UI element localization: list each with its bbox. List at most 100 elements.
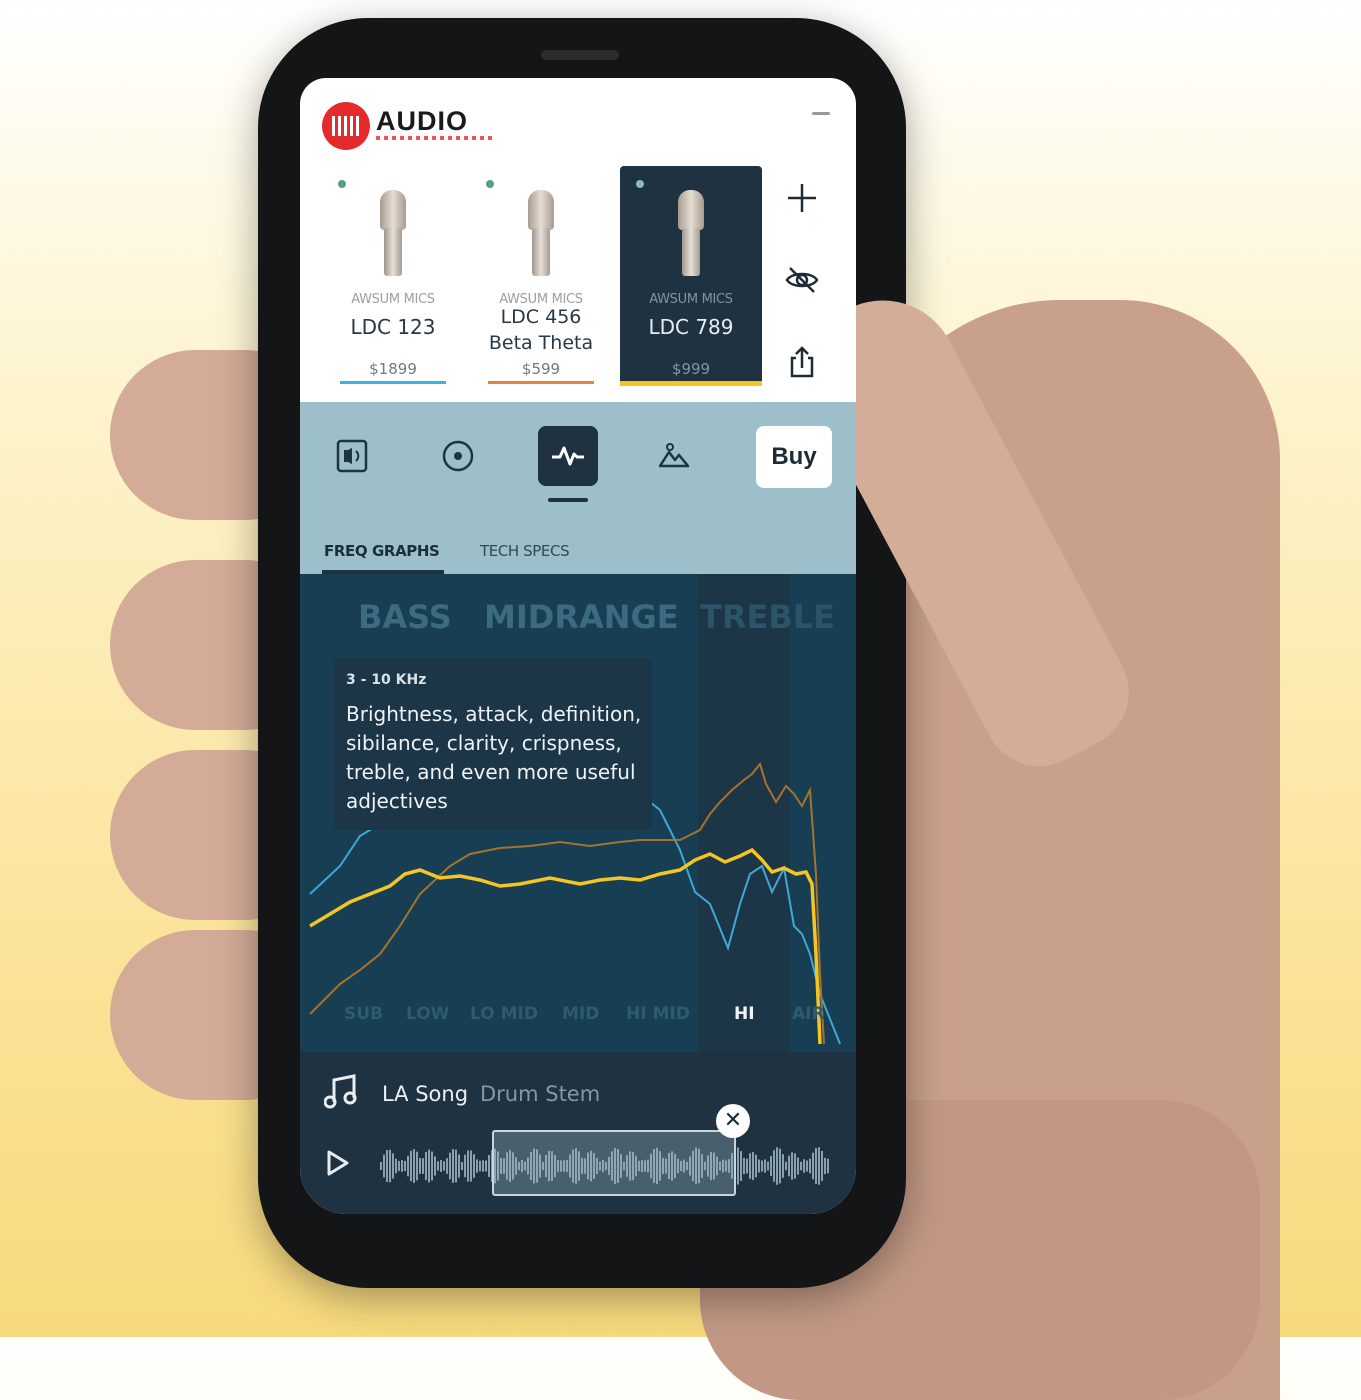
waveform-bar: [818, 1147, 820, 1185]
band-tooltip: 3 - 10 KHz Brightness, attack, definitio…: [334, 658, 652, 830]
mic-color-underline: [340, 381, 446, 384]
waveform-bar: [794, 1153, 796, 1179]
mic-card-ldc-456[interactable]: AWSUM MICS LDC 456 Beta Theta $599: [470, 166, 612, 386]
waveform-bar: [797, 1157, 799, 1175]
tab-freq-graphs[interactable]: FREQ GRAPHS: [324, 542, 440, 560]
mic-price: $599: [521, 360, 561, 378]
waveform-bar: [827, 1158, 829, 1174]
waveform-bar: [812, 1152, 814, 1180]
waveform-bar: [389, 1149, 391, 1183]
waveform-bar: [398, 1161, 400, 1171]
waveform-bar: [485, 1160, 487, 1172]
waveform-bar: [467, 1150, 469, 1182]
share-icon[interactable]: [784, 344, 820, 380]
waveform-bar: [761, 1160, 763, 1172]
app-screen: AUDIO AWSUM MICS LDC 123 $1899 AWSUM MIC…: [300, 78, 856, 1214]
waveform-bar: [383, 1154, 385, 1178]
waveform-bar: [452, 1149, 454, 1183]
waveform-bar: [800, 1161, 802, 1171]
waveform-bar: [437, 1161, 439, 1171]
waveform-bar: [770, 1155, 772, 1177]
waveform-bar: [758, 1159, 760, 1173]
waveform-bar: [764, 1159, 766, 1173]
waveform-bar: [821, 1150, 823, 1182]
mic-name: LDC 789: [648, 315, 734, 339]
active-tool-indicator: [548, 498, 588, 502]
waveform-bar: [446, 1158, 448, 1174]
range-label-lo-mid[interactable]: LO MID: [470, 1004, 538, 1024]
waveform-bar: [791, 1152, 793, 1180]
playback-selection[interactable]: [492, 1130, 736, 1196]
waveform-bar: [464, 1154, 466, 1178]
range-label-hi-mid[interactable]: HI MID: [626, 1004, 690, 1024]
waveform-bar: [806, 1160, 808, 1172]
waveform-bar: [479, 1160, 481, 1172]
waveform-bar: [482, 1160, 484, 1172]
tooltip-frequency-range: 3 - 10 KHz: [346, 672, 427, 688]
waveform-bar: [743, 1157, 745, 1175]
waveform-bar: [779, 1148, 781, 1184]
tools-panel: Buy FREQ GRAPHS TECH SPECS: [300, 402, 856, 574]
landscape-icon[interactable]: [644, 426, 704, 486]
waveform-bar: [473, 1154, 475, 1178]
waveform-bar: [767, 1161, 769, 1171]
waveform-bar: [740, 1151, 742, 1181]
range-label-hi[interactable]: HI: [734, 1004, 755, 1024]
microphone-icon: [528, 190, 554, 286]
waveform-bar: [773, 1150, 775, 1182]
hide-icon[interactable]: [784, 262, 820, 298]
mic-brand: AWSUM MICS: [351, 292, 435, 307]
song-stem: Drum Stem: [480, 1082, 601, 1106]
microphone-icon: [678, 190, 704, 286]
mic-price: $999: [671, 360, 711, 378]
waveform-bar: [440, 1160, 442, 1172]
waveform-bar: [746, 1158, 748, 1174]
tooltip-description: Brightness, attack, definition, sibilanc…: [346, 702, 642, 813]
waveform-bar: [815, 1148, 817, 1184]
close-selection-icon[interactable]: ✕: [716, 1104, 750, 1138]
frequency-graph[interactable]: BASS MIDRANGE TREBLE 3 - 10 KHz Brightne…: [300, 574, 856, 1052]
waveform-bar: [476, 1159, 478, 1173]
waveform-bar: [824, 1157, 826, 1175]
waveform-bar: [785, 1161, 787, 1171]
waveform-bar: [809, 1158, 811, 1174]
disc-icon[interactable]: [428, 426, 488, 486]
waveform-bar: [782, 1154, 784, 1178]
waveform-bar: [419, 1158, 421, 1174]
waveform-bar: [380, 1162, 382, 1170]
play-icon[interactable]: [324, 1148, 354, 1180]
minimize-icon[interactable]: [812, 112, 830, 115]
waveform-bar: [443, 1161, 445, 1171]
waveform-bar: [788, 1155, 790, 1177]
waveform-bar: [404, 1160, 406, 1172]
brand-tagline-graphic: [376, 136, 494, 140]
buy-button[interactable]: Buy: [756, 426, 832, 488]
speaker-icon[interactable]: [322, 426, 382, 486]
waveform-bar: [431, 1151, 433, 1181]
mic-card-ldc-789[interactable]: AWSUM MICS LDC 789 $999: [620, 166, 762, 386]
waveform-bar: [425, 1151, 427, 1181]
range-label-sub[interactable]: SUB: [344, 1004, 383, 1024]
range-label-air[interactable]: AIR: [792, 1004, 825, 1024]
brand-name: AUDIO: [376, 106, 468, 136]
mic-price: $1899: [369, 360, 417, 378]
waveform-bar: [422, 1158, 424, 1174]
mic-name: LDC 456 Beta Theta: [488, 306, 594, 354]
waveform-bar: [458, 1154, 460, 1178]
range-label-low[interactable]: LOW: [406, 1004, 449, 1024]
range-label-mid[interactable]: MID: [562, 1004, 599, 1024]
waveform-bar: [416, 1151, 418, 1181]
waveform-bar: [407, 1155, 409, 1177]
waveform-bar: [755, 1154, 757, 1178]
add-icon[interactable]: [784, 180, 820, 216]
tab-tech-specs[interactable]: TECH SPECS: [480, 542, 570, 560]
waveform-icon[interactable]: [538, 426, 598, 486]
mic-name: LDC 123: [350, 315, 436, 339]
waveform-bar: [455, 1149, 457, 1183]
mic-card-ldc-123[interactable]: AWSUM MICS LDC 123 $1899: [322, 166, 464, 386]
waveform-bar: [449, 1152, 451, 1180]
phone-speaker: [541, 50, 619, 60]
waveform-bar: [752, 1152, 754, 1180]
waveform-bar: [428, 1149, 430, 1183]
mic-color-underline: [488, 381, 594, 384]
